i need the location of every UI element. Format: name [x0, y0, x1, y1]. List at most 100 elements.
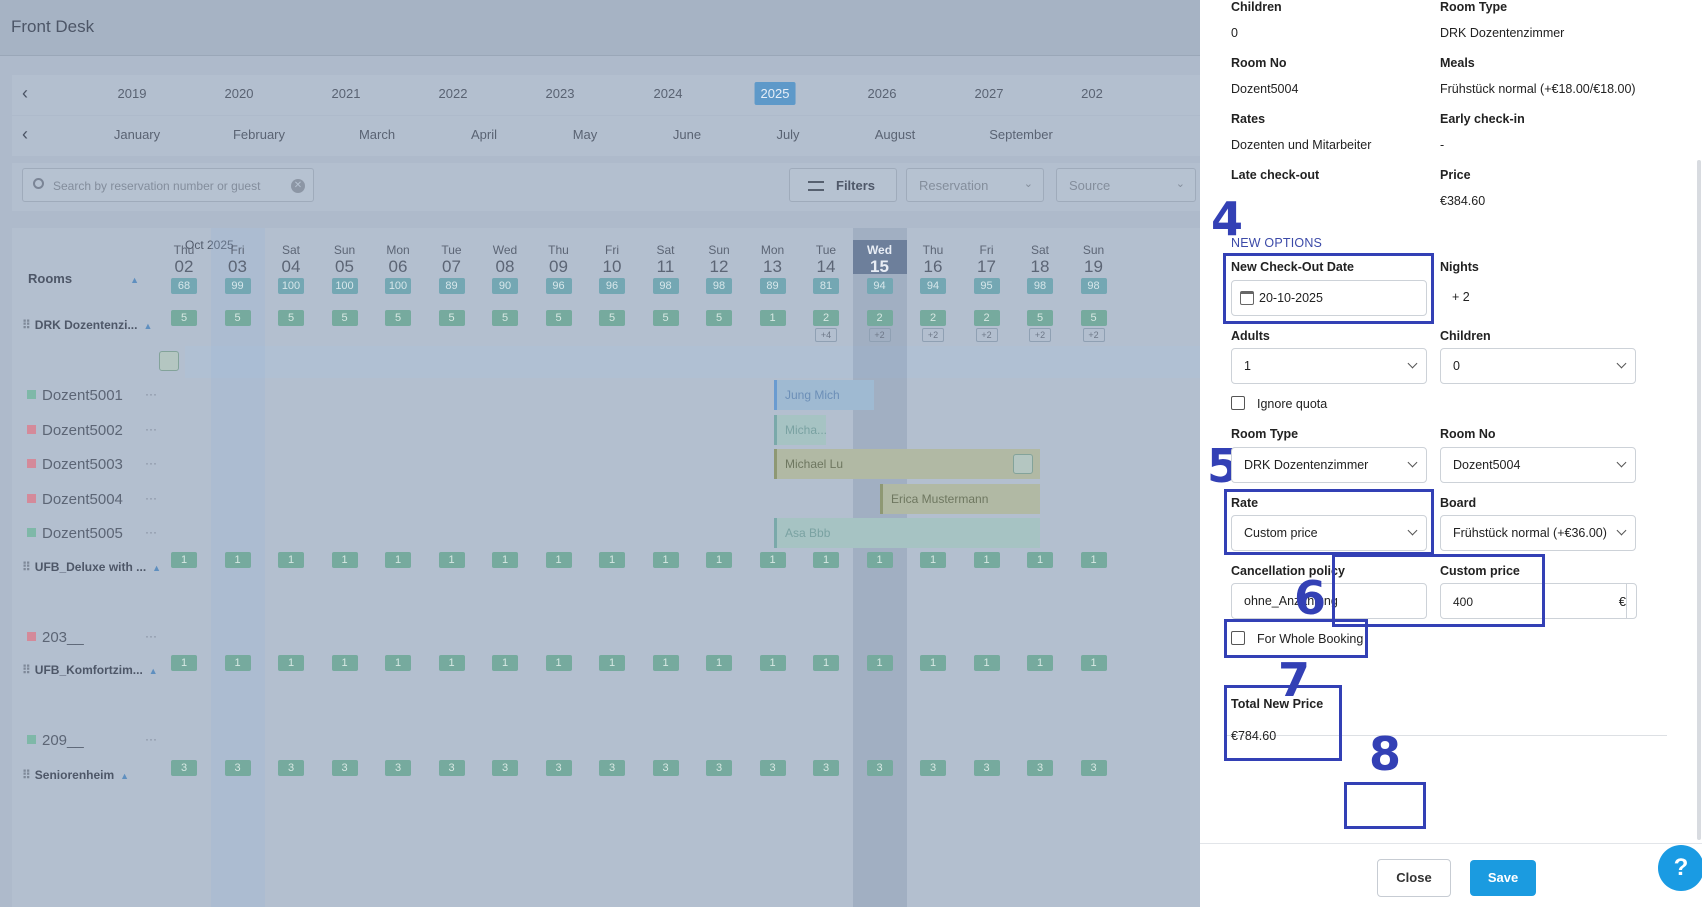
- month-may[interactable]: May: [573, 127, 598, 142]
- availability-count: 1: [652, 552, 679, 568]
- year-2020[interactable]: 2020: [225, 86, 254, 101]
- search-icon: [33, 178, 44, 189]
- availability-count: 1: [438, 552, 465, 568]
- year-2023[interactable]: 2023: [546, 86, 575, 101]
- reservation-dropdown[interactable]: Reservation ⌄: [906, 168, 1044, 202]
- month-june[interactable]: June: [673, 127, 701, 142]
- booking-bar[interactable]: Michael Lu: [774, 449, 1040, 479]
- day-number: 14: [816, 257, 836, 276]
- room-row-label[interactable]: 209__ ···: [27, 732, 157, 749]
- highlight-box-5: [1224, 489, 1434, 555]
- occupancy-badge: 81: [813, 278, 839, 294]
- year-bar: ‹ 2019 2020 2021 2022 2023 2024 2025 2026 2027 20…: [12, 75, 1200, 115]
- room-row-label[interactable]: Dozent5004 ···: [27, 491, 157, 508]
- step-8-marker: 8: [1369, 727, 1402, 781]
- year-2026[interactable]: 2026: [868, 86, 897, 101]
- more-icon[interactable]: ···: [145, 456, 157, 470]
- room-row-label[interactable]: Dozent5003 ···: [27, 456, 157, 473]
- month-september[interactable]: September: [989, 127, 1053, 142]
- calendar-icon[interactable]: [1013, 454, 1033, 474]
- room-no-select[interactable]: Dozent5004: [1440, 447, 1636, 483]
- meals-label: Meals: [1440, 56, 1475, 70]
- rates-value: Dozenten und Mitarbeiter: [1231, 138, 1372, 152]
- clear-icon[interactable]: ✕: [291, 179, 305, 193]
- year-2021[interactable]: 2021: [332, 86, 361, 101]
- booking-bar[interactable]: Erica Mustermann: [880, 484, 1040, 514]
- year-2024[interactable]: 2024: [654, 86, 683, 101]
- availability-count: 2: [866, 310, 893, 326]
- room-row-label[interactable]: 203__ ···: [27, 629, 157, 646]
- close-button[interactable]: Close: [1377, 859, 1451, 897]
- year-2027[interactable]: 2027: [975, 86, 1004, 101]
- more-icon[interactable]: ···: [145, 422, 157, 436]
- early-checkin-label: Early check-in: [1440, 112, 1525, 126]
- help-button[interactable]: ?: [1658, 845, 1702, 891]
- room-type-row-label[interactable]: ⠿ UFB_Deluxe with ... ▲: [22, 560, 161, 574]
- chevron-down-icon: ⌄: [1023, 178, 1033, 190]
- day-of-week: Fri: [605, 243, 619, 257]
- panel-scrollbar[interactable]: [1697, 160, 1701, 840]
- nights-label: Nights: [1440, 260, 1479, 274]
- filters-button[interactable]: Filters: [789, 168, 897, 202]
- room-type-row-label[interactable]: ⠿ Seniorenheim ▲: [22, 768, 129, 782]
- month-march[interactable]: March: [359, 127, 395, 142]
- month-january[interactable]: January: [114, 127, 160, 142]
- month-august[interactable]: August: [875, 127, 915, 142]
- source-dropdown[interactable]: Source ⌄: [1056, 168, 1196, 202]
- room-type-row-label[interactable]: ⠿ UFB_Komfortzim... ▲: [22, 663, 158, 677]
- month-february[interactable]: February: [233, 127, 285, 142]
- currency-symbol: €: [1618, 594, 1626, 609]
- month-july[interactable]: July: [776, 127, 799, 142]
- highlight-box-4: [1223, 253, 1434, 324]
- month-april[interactable]: April: [471, 127, 497, 142]
- room-type-row-label[interactable]: ⠿ DRK Dozentenzi... ▲: [22, 318, 152, 332]
- availability-count: 1: [171, 552, 197, 568]
- ignore-quota-checkbox[interactable]: [1231, 396, 1245, 410]
- booking-bar[interactable]: Micha...: [774, 415, 826, 445]
- availability-count: 1: [545, 655, 572, 671]
- day-number: 10: [602, 257, 622, 276]
- availability-count: 3: [1027, 760, 1053, 776]
- room-row-label[interactable]: Dozent5001 ···: [27, 387, 157, 404]
- extra-count: +4: [815, 328, 837, 342]
- room-row-label[interactable]: Dozent5002 ···: [27, 422, 157, 439]
- calendar-icon[interactable]: [159, 351, 179, 371]
- year-202[interactable]: 202: [1081, 86, 1103, 101]
- adults-select[interactable]: 1: [1231, 348, 1427, 384]
- more-icon[interactable]: ···: [145, 491, 157, 505]
- more-icon[interactable]: ···: [145, 387, 157, 401]
- prev-month-chevron-icon[interactable]: ‹: [22, 125, 36, 143]
- save-button[interactable]: Save: [1470, 860, 1536, 896]
- more-icon[interactable]: ···: [145, 732, 157, 746]
- occupancy-badge: 100: [278, 278, 304, 294]
- availability-count: 5: [1027, 310, 1053, 326]
- chevron-down-icon: [1407, 457, 1418, 468]
- availability-count: 1: [1027, 552, 1053, 568]
- availability-count: 3: [759, 760, 786, 776]
- room-type-select-label: Room Type: [1231, 427, 1299, 441]
- day-of-week: Sat: [281, 243, 300, 257]
- prev-year-chevron-icon[interactable]: ‹: [22, 84, 36, 102]
- board-select[interactable]: Frühstück normal (+€36.00): [1440, 515, 1636, 551]
- availability-count: 1: [866, 655, 893, 671]
- day-of-week: Thu: [548, 243, 569, 257]
- more-icon[interactable]: ···: [145, 525, 157, 539]
- availability-count: 5: [331, 310, 358, 326]
- year-2019[interactable]: 2019: [118, 86, 147, 101]
- availability-count: 3: [545, 760, 572, 776]
- booking-bar[interactable]: Jung Mich: [774, 380, 874, 410]
- booking-bar[interactable]: Asa Bbb: [774, 518, 1040, 548]
- occupancy-badge: 99: [224, 278, 251, 294]
- day-of-week: Sat: [1030, 243, 1049, 257]
- children-select[interactable]: 0: [1440, 348, 1636, 384]
- year-2025[interactable]: 2025: [754, 82, 796, 105]
- room-type-label: Room Type: [1440, 0, 1508, 14]
- availability-count: 3: [973, 760, 1000, 776]
- more-icon[interactable]: ···: [145, 629, 157, 643]
- availability-count: 1: [224, 655, 251, 671]
- room-type-select[interactable]: DRK Dozentenzimmer: [1231, 447, 1427, 483]
- year-2022[interactable]: 2022: [439, 86, 468, 101]
- room-row-label[interactable]: Dozent5005 ···: [27, 525, 157, 542]
- availability-count: 1: [278, 552, 304, 568]
- search-input[interactable]: Search by reservation number or guest ✕: [22, 168, 314, 202]
